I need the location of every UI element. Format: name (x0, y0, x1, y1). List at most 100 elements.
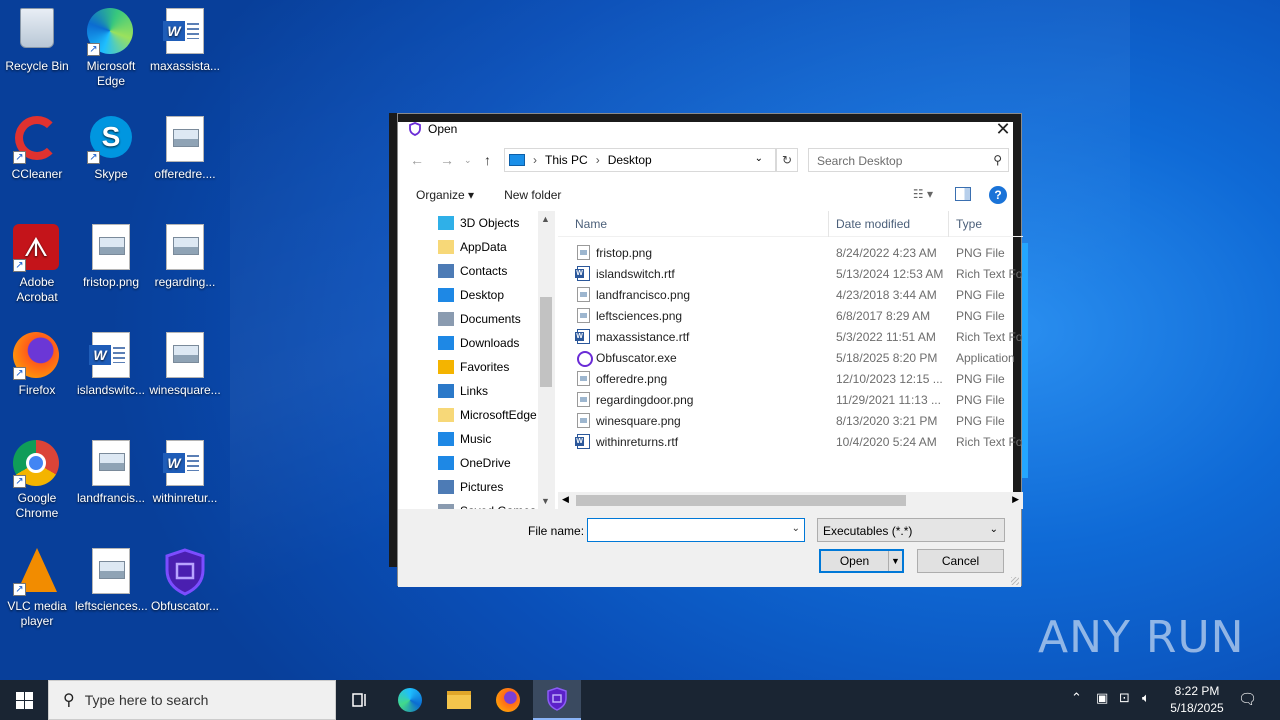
breadcrumb-this-pc[interactable]: This PC (545, 153, 588, 167)
scroll-up-icon[interactable]: ▲ (541, 214, 550, 224)
start-button[interactable] (0, 680, 48, 720)
back-arrow-icon[interactable]: ← (410, 152, 424, 168)
nav-item[interactable]: 3D Objects (398, 211, 554, 235)
column-date[interactable]: Date modified (836, 217, 910, 231)
nav-item[interactable]: Desktop (398, 283, 554, 307)
desktop-icon[interactable]: ᗑ ↗ Adobe Acrobat (1, 218, 73, 318)
taskbar-clock[interactable]: 8:22 PM 5/18/2025 (1162, 683, 1232, 717)
file-type-filter[interactable]: Executables (*.*) ⌄ (817, 518, 1005, 542)
desktop-icon[interactable]: ↗ VLC media player (1, 542, 73, 642)
dialog-toolbar: Organize ▾ New folder ☷ ▾ ? (398, 181, 1021, 209)
cancel-button[interactable]: Cancel (917, 549, 1004, 573)
file-type: Rich Text For (956, 330, 1023, 344)
desktop-icon[interactable]: leftsciences... (75, 542, 148, 642)
nav-item[interactable]: Downloads (398, 331, 554, 355)
file-row[interactable]: regardingdoor.png 11/29/2021 11:13 ... PNG… (558, 389, 1023, 410)
close-button[interactable]: ✕ (991, 118, 1015, 140)
desktop-icon[interactable]: ↗ CCleaner (1, 110, 73, 210)
address-bar[interactable]: › This PC › Desktop ⌄ (504, 148, 776, 172)
file-row[interactable]: maxassistance.rtf 5/3/2022 11:51 AM Rich T… (558, 326, 1023, 347)
scroll-right-icon[interactable]: ▶ (1012, 494, 1019, 505)
file-row[interactable]: Obfuscator.exe 5/18/2025 8:20 PM Applicati… (558, 347, 1023, 368)
file-date: 4/23/2018 3:44 AM (836, 288, 937, 302)
nav-item[interactable]: Music (398, 427, 554, 451)
help-icon[interactable]: ? (989, 186, 1007, 204)
desktop-icon[interactable]: Wislandswitc... (75, 326, 147, 426)
documents-icon (438, 312, 454, 326)
column-divider[interactable] (948, 211, 949, 237)
file-name-label: File name: (528, 524, 585, 538)
file-list-hscroll[interactable]: ◀ ▶ (558, 492, 1023, 509)
desktop-icon[interactable]: ↗ Microsoft Edge (75, 2, 147, 102)
breadcrumb-desktop[interactable]: Desktop (608, 153, 652, 167)
nav-scrollbar[interactable]: ▲ ▼ (538, 211, 554, 509)
volume-icon[interactable]: 🔈︎ (1142, 690, 1150, 706)
firefox-taskbar-icon[interactable] (484, 680, 532, 720)
desktop-icon[interactable]: Wwithinretur... (149, 434, 221, 534)
task-view-icon[interactable] (336, 680, 384, 720)
desktop-icon[interactable]: fristop.png (75, 218, 147, 318)
nav-item[interactable]: Contacts (398, 259, 554, 283)
organize-button[interactable]: Organize ▾ (416, 188, 474, 202)
tray-chevron-icon[interactable]: ⌃ (1071, 690, 1082, 706)
column-type[interactable]: Type (956, 217, 982, 231)
file-row[interactable]: fristop.png 8/24/2022 4:23 AM PNG File (558, 242, 1023, 263)
open-button[interactable]: Open ▼ (819, 549, 904, 573)
nav-item[interactable]: Documents (398, 307, 554, 331)
nav-item[interactable]: Saved Games (398, 499, 554, 509)
desktop-icon[interactable]: offeredre.... (149, 110, 221, 210)
desktop-icon[interactable]: Obfuscator... (149, 542, 221, 642)
recent-chevron-icon[interactable]: ⌄ (464, 155, 472, 166)
chrome-icon: ↗ (13, 440, 61, 488)
up-arrow-icon[interactable]: ↑ (484, 152, 491, 168)
nav-item[interactable]: AppData (398, 235, 554, 259)
nav-item[interactable]: Links (398, 379, 554, 403)
edge-taskbar-icon[interactable] (386, 680, 434, 720)
scroll-left-icon[interactable]: ◀ (562, 494, 569, 505)
hscroll-thumb[interactable] (576, 495, 906, 506)
file-row[interactable]: winesquare.png 8/13/2020 3:21 PM PNG File (558, 410, 1023, 431)
address-dropdown-icon[interactable]: ⌄ (755, 153, 763, 164)
desktop-icon[interactable]: ↗ Firefox (1, 326, 73, 426)
open-split-dropdown-icon[interactable]: ▼ (888, 551, 902, 571)
taskbar-search-input[interactable]: ⚲ Type here to search (48, 680, 336, 720)
column-name[interactable]: Name (575, 217, 607, 231)
nav-item[interactable]: OneDrive (398, 451, 554, 475)
file-name-input[interactable]: ⌄ (587, 518, 805, 542)
file-row[interactable]: landfrancisco.png 4/23/2018 3:44 AM PNG Fi… (558, 284, 1023, 305)
desktop-icon[interactable]: S ↗ Skype (75, 110, 147, 210)
file-name-dropdown-icon[interactable]: ⌄ (792, 523, 800, 534)
desktop-icon-label: landfrancis... (76, 491, 146, 505)
view-options-icon[interactable]: ☷ ▾ (913, 187, 933, 201)
desktop-icon[interactable]: regarding... (149, 218, 221, 318)
desktop-icon[interactable]: Recycle Bin (1, 2, 73, 102)
refresh-button[interactable]: ↻ (776, 148, 798, 172)
file-row[interactable]: leftsciences.png 6/8/2017 8:29 AM PNG File (558, 305, 1023, 326)
desktop-icon[interactable]: ↗ Google Chrome (1, 434, 73, 534)
file-explorer-icon[interactable] (435, 680, 483, 720)
action-center-icon[interactable]: 🗨︎ (1238, 690, 1257, 708)
column-divider[interactable] (828, 211, 829, 237)
meet-now-icon[interactable]: ▣ (1096, 690, 1108, 706)
network-icon[interactable]: ⊡ (1119, 690, 1130, 706)
file-row[interactable]: withinreturns.rtf 10/4/2020 5:24 AM Rich T… (558, 431, 1023, 452)
obfuscator-taskbar-icon[interactable] (533, 680, 581, 720)
nav-item[interactable]: Pictures (398, 475, 554, 499)
desktop-icon[interactable]: landfrancis... (75, 434, 147, 534)
nav-scroll-thumb[interactable] (540, 297, 552, 387)
resize-grip[interactable] (1011, 577, 1019, 585)
nav-item[interactable]: MicrosoftEdge (398, 403, 554, 427)
open-button-label: Open (839, 554, 870, 568)
forward-arrow-icon[interactable]: → (440, 152, 454, 168)
desktop-icon[interactable]: Wmaxassista... (149, 2, 221, 102)
nav-item[interactable]: Favorites (398, 355, 554, 379)
preview-pane-icon[interactable] (955, 187, 971, 201)
desktop-icon[interactable]: winesquare... (149, 326, 221, 426)
new-folder-button[interactable]: New folder (504, 188, 561, 202)
search-input[interactable]: Search Desktop ⚲ (808, 148, 1009, 172)
file-row[interactable]: offeredre.png 12/10/2023 12:15 ... PNG Fil… (558, 368, 1023, 389)
file-row[interactable]: islandswitch.rtf 5/13/2024 12:53 AM Rich T… (558, 263, 1023, 284)
desktop-icon-label: Adobe Acrobat (16, 275, 58, 304)
scroll-down-icon[interactable]: ▼ (541, 496, 550, 506)
address-row: ← → ⌄ ↑ › This PC › Desktop ⌄ ↻ Search D… (398, 148, 1021, 174)
